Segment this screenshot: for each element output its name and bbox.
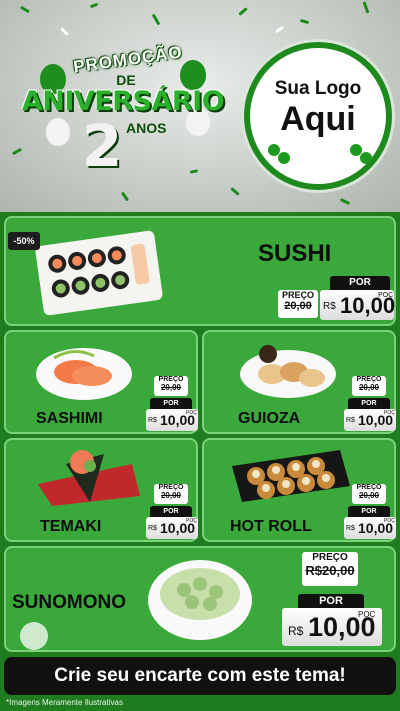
logo-line2: Aqui	[280, 100, 356, 138]
unit: POÇ	[358, 610, 376, 619]
old-price: R$20,00	[305, 563, 355, 578]
old-price-box: PREÇO 20,00	[154, 484, 188, 504]
clover-icon	[278, 152, 290, 164]
old-price: 20,00	[358, 383, 380, 392]
new-price: R$ 10,00 POÇ	[146, 517, 198, 539]
old-price: 20,00	[160, 383, 182, 392]
price-label: PREÇO	[312, 552, 348, 563]
confetti	[89, 2, 99, 9]
clover-icon	[20, 622, 48, 650]
product-card-sushi: SUSHI PREÇO 20,00 POR R$ 10,00 POÇ	[4, 216, 396, 326]
por-label: POR	[330, 276, 390, 290]
price-label: PREÇO	[356, 484, 382, 491]
unit: POÇ	[186, 518, 197, 524]
old-price: 20,00	[358, 491, 380, 500]
sashimi-image	[36, 348, 132, 400]
unit: POÇ	[186, 410, 197, 416]
promo-unit: ANOS	[126, 120, 167, 136]
product-name: SASHIMI	[36, 410, 103, 427]
hot-roll-image	[232, 450, 350, 502]
product-card-hot-roll: HOT ROLL PREÇO 20,00 POR R$ 10,00 POÇ	[202, 438, 396, 542]
currency: R$	[288, 624, 304, 638]
new-price: R$ 10,00 POÇ	[282, 608, 382, 646]
unit: POÇ	[384, 518, 395, 524]
por-label: POR	[150, 398, 192, 409]
unit: POÇ	[378, 292, 394, 299]
old-price-box: PREÇO 20,00	[278, 290, 318, 318]
old-price-box: PREÇO 20,00	[352, 376, 386, 396]
price-label: PREÇO	[158, 376, 184, 383]
por-label: POR	[348, 398, 390, 409]
confetti	[339, 198, 351, 205]
logo-placeholder: Sua Logo Aqui	[244, 42, 392, 190]
sushi-tray-image	[35, 230, 163, 316]
price-label: PREÇO	[158, 484, 184, 491]
price-tag: PREÇO R$20,00 POR R$ 10,00 POÇ	[282, 552, 382, 650]
header-banner: PROMOÇÃO DE ANIVERSÁRIO 2 ANOS Sua Logo …	[0, 0, 400, 212]
price-tag: PREÇO 20,00 POR R$ 10,00 POÇ	[344, 484, 396, 542]
confetti	[299, 18, 310, 25]
product-name: GUIOZA	[238, 410, 301, 427]
currency: R$	[148, 525, 157, 532]
confetti	[19, 5, 31, 14]
price-tag: PREÇO 20,00 POR R$ 10,00 POÇ	[146, 484, 198, 542]
product-name: SUNOMONO	[12, 592, 126, 613]
confetti	[151, 13, 161, 26]
anniversary-badge: PROMOÇÃO DE ANIVERSÁRIO 2 ANOS	[8, 42, 238, 200]
product-card-guioza: GUIOZA PREÇO 20,00 POR R$ 10,00 POÇ	[202, 330, 396, 434]
price-tag: PREÇO 20,00 POR R$ 10,00 POÇ	[146, 376, 198, 434]
temaki-image	[38, 450, 140, 506]
price-label: PREÇO	[281, 290, 314, 300]
por-label: POR	[150, 506, 192, 517]
discount-badge: -50%	[8, 232, 40, 250]
product-name: SUSHI	[258, 240, 332, 267]
por-label: POR	[348, 506, 390, 517]
guioza-image	[240, 345, 336, 398]
por-label: POR	[298, 594, 364, 608]
promo-number: 2	[81, 112, 123, 180]
old-price-box: PREÇO R$20,00	[302, 552, 358, 586]
new-price: R$ 10,00 POÇ	[344, 409, 396, 431]
confetti	[274, 25, 285, 34]
unit: POÇ	[384, 410, 395, 416]
currency: R$	[346, 417, 355, 424]
product-name: TEMAKI	[40, 518, 102, 535]
old-price: 20,00	[284, 300, 312, 312]
confetti	[362, 1, 370, 14]
logo-line1: Sua Logo	[274, 78, 362, 99]
new-price: R$ 10,00 POÇ	[146, 409, 198, 431]
confetti	[60, 27, 69, 36]
old-price-box: PREÇO 20,00	[154, 376, 188, 396]
product-card-sunomono: SUNOMONO PREÇO R$20,00 POR R$ 10,00 POÇ	[4, 546, 396, 652]
old-price-box: PREÇO 20,00	[352, 484, 386, 504]
product-card-temaki: TEMAKI PREÇO 20,00 POR R$ 10,00 POÇ	[4, 438, 198, 542]
currency: R$	[346, 525, 355, 532]
cta-banner: Crie seu encarte com este tema!	[4, 657, 396, 695]
old-price: 20,00	[160, 491, 182, 500]
clover-icon	[360, 152, 372, 164]
currency: R$	[323, 301, 336, 312]
new-price: R$ 10,00 POÇ	[320, 290, 395, 320]
disclaimer-text: *Imagens Meramente Ilustrativas	[6, 698, 123, 707]
price-label: PREÇO	[356, 376, 382, 383]
new-price: R$ 10,00 POÇ	[344, 517, 396, 539]
sunomono-image	[148, 560, 252, 640]
currency: R$	[148, 417, 157, 424]
confetti	[238, 7, 248, 16]
product-name: HOT ROLL	[230, 518, 312, 535]
price-tag: PREÇO 20,00 POR R$ 10,00 POÇ	[278, 276, 395, 322]
price-tag: PREÇO 20,00 POR R$ 10,00 POÇ	[344, 376, 396, 434]
product-card-sashimi: SASHIMI PREÇO 20,00 POR R$ 10,00 POÇ	[4, 330, 198, 434]
